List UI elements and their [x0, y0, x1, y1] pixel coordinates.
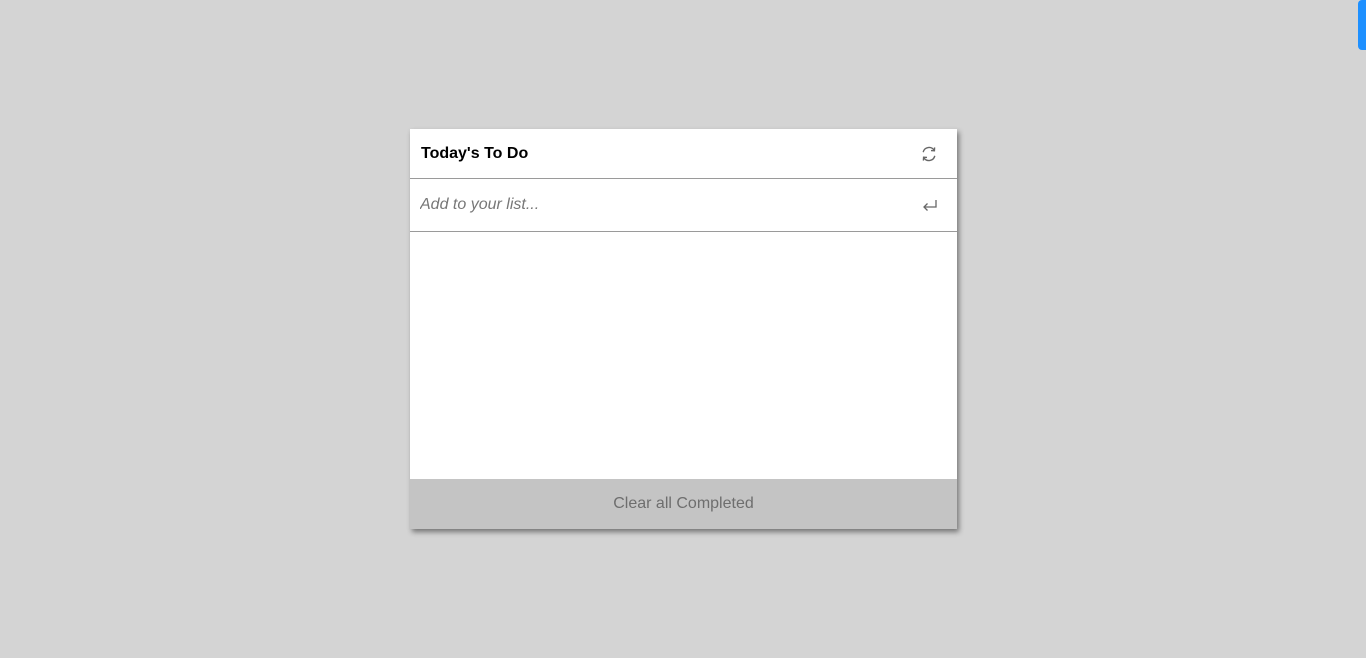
edge-tab[interactable]: [1358, 0, 1366, 50]
clear-completed-button[interactable]: Clear all Completed: [410, 479, 957, 529]
page-title: Today's To Do: [421, 144, 529, 162]
enter-icon: [923, 200, 937, 211]
add-item-input[interactable]: [420, 196, 919, 214]
refresh-icon: [922, 146, 936, 161]
todo-card: Today's To Do Clear all Completed: [410, 129, 957, 529]
add-item-row: [410, 179, 957, 232]
todo-list: [410, 232, 957, 479]
todo-header: Today's To Do: [410, 129, 957, 179]
add-item-button[interactable]: [919, 194, 941, 216]
clear-completed-label: Clear all Completed: [613, 495, 754, 512]
refresh-button[interactable]: [918, 143, 940, 165]
